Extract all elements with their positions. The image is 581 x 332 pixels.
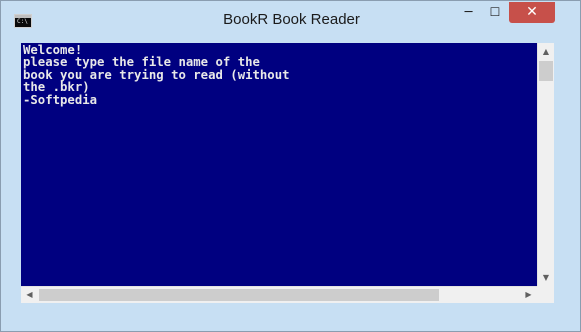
scroll-down-arrow-icon[interactable]: ▼	[538, 269, 554, 286]
horizontal-scrollbar[interactable]: ◀ ▶	[21, 286, 537, 303]
console-output[interactable]: Welcome! please type the file name of th…	[21, 43, 537, 286]
title-bar[interactable]: C:\ BookR Book Reader ─ ☐ ✕	[1, 1, 580, 39]
scrollbar-corner	[537, 286, 554, 303]
minimize-button[interactable]: ─	[455, 2, 482, 23]
scroll-right-arrow-icon[interactable]: ▶	[520, 287, 537, 303]
close-button[interactable]: ✕	[509, 2, 555, 23]
vertical-scrollbar[interactable]: ▲ ▼	[537, 43, 554, 286]
scroll-up-arrow-icon[interactable]: ▲	[538, 43, 554, 60]
scroll-left-arrow-icon[interactable]: ◀	[21, 287, 38, 303]
console-window: C:\ BookR Book Reader ─ ☐ ✕ Welcome! ple…	[0, 0, 581, 332]
vertical-scroll-thumb[interactable]	[539, 61, 553, 81]
horizontal-scroll-thumb[interactable]	[39, 289, 439, 301]
console-text: Welcome! please type the file name of th…	[23, 43, 290, 107]
maximize-button[interactable]: ☐	[482, 2, 508, 23]
